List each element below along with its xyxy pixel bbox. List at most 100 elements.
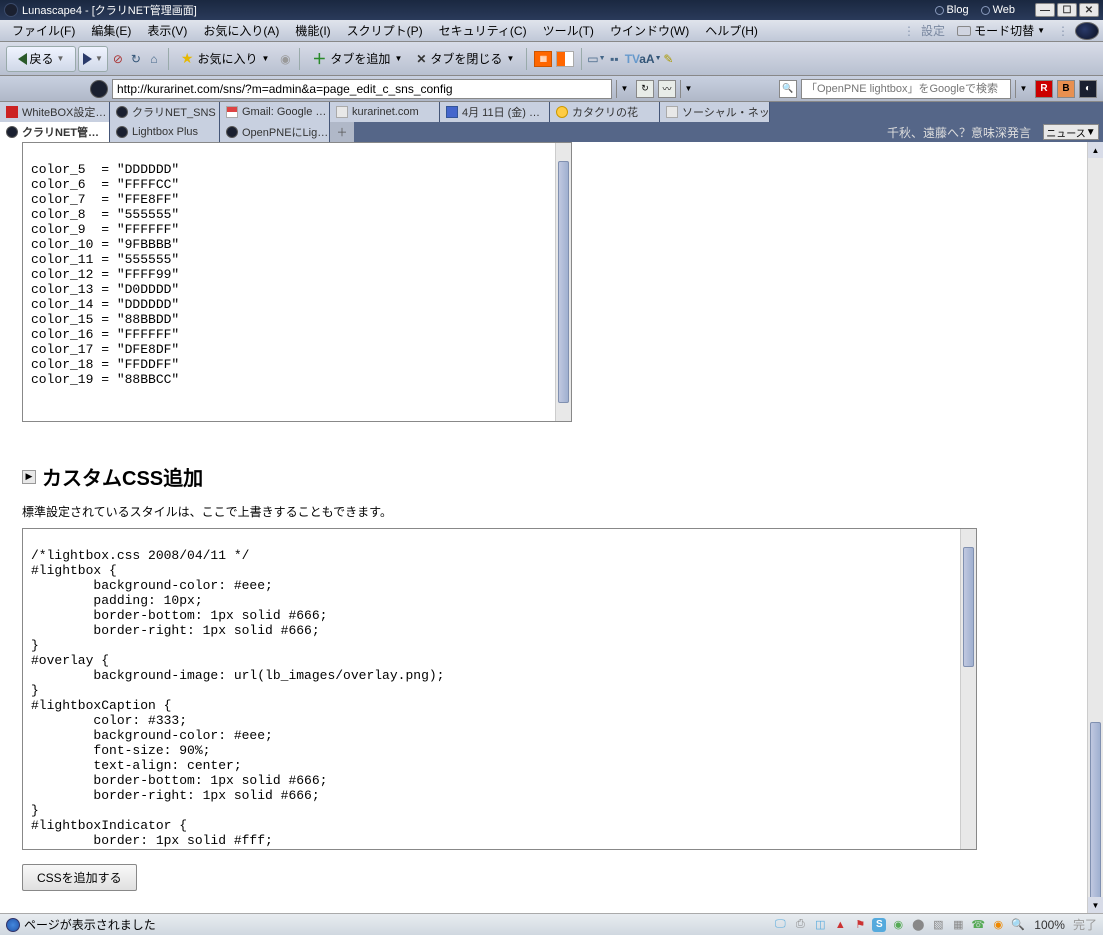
page-scrollbar[interactable]: ▲ ▼	[1087, 142, 1103, 913]
close-tab-button[interactable]: ✕タブを閉じる▼	[410, 46, 520, 72]
scroll-up-icon[interactable]: ▲	[1088, 142, 1103, 158]
toolbar-grip-icon: ⋮	[903, 24, 915, 38]
toolbar-icon-1[interactable]: ▦	[534, 51, 552, 67]
tray-monitor-icon[interactable]: 🖵	[772, 917, 788, 933]
tray-skype-icon[interactable]: S	[872, 918, 886, 932]
add-tab-button[interactable]: ＋タブを追加▼	[306, 46, 408, 72]
scroll-thumb[interactable]	[1090, 722, 1101, 902]
new-tab-button[interactable]: ＋	[330, 122, 354, 142]
menu-file[interactable]: ファイル(F)	[4, 20, 83, 41]
arrow-right-icon	[83, 53, 92, 65]
menu-function[interactable]: 機能(I)	[287, 20, 338, 41]
x-icon: ✕	[416, 52, 426, 66]
text-size-icon[interactable]: aA▼	[642, 51, 658, 67]
lunascape-logo-icon[interactable]	[1075, 22, 1099, 40]
reload-addr-button[interactable]: ↻	[636, 80, 654, 98]
news-ticker[interactable]: 千秋、遠藤へ？意味深発言	[879, 122, 1039, 142]
toolbar-grip-icon: ⋮	[1057, 24, 1069, 38]
app-icon	[4, 3, 18, 17]
stop-button[interactable]: ⊘	[110, 51, 126, 67]
tray-phone-icon[interactable]: ☎	[970, 917, 986, 933]
tab-kurarinet-sns[interactable]: クラリNET_SNS	[110, 102, 220, 122]
tab-calendar[interactable]: 4月 11日 (金) …	[440, 102, 550, 122]
ext-icon-r[interactable]: R	[1035, 80, 1053, 98]
graph-icon[interactable]: 〰	[658, 80, 676, 98]
tab-icon	[6, 106, 18, 118]
tab-flower[interactable]: カタクリの花	[550, 102, 660, 122]
address-input[interactable]	[112, 79, 612, 99]
ext-icon-moon[interactable]: ◐	[1079, 80, 1097, 98]
popup-icon[interactable]: ▭▼	[588, 51, 604, 67]
ext-icon-b[interactable]: B	[1057, 80, 1075, 98]
titlebar: Lunascape4 - [クラリNET管理画面] Blog Web — ☐ ✕	[0, 0, 1103, 20]
menu-security[interactable]: セキュリティ(C)	[431, 20, 535, 41]
scroll-down-icon[interactable]: ▼	[1088, 897, 1103, 913]
tv-icon[interactable]: TV	[624, 51, 640, 67]
reload-button[interactable]: ↻	[128, 51, 144, 67]
mode-switch[interactable]: モード切替▼	[951, 22, 1051, 39]
close-button[interactable]: ✕	[1079, 3, 1099, 17]
tray-rss-icon[interactable]: ◉	[990, 917, 1006, 933]
menu-view[interactable]: 表示(V)	[139, 20, 195, 41]
plus-icon: ＋	[312, 49, 326, 69]
search-dropdown[interactable]: ▼	[1015, 80, 1031, 98]
search-engine-icon[interactable]: 🔍	[779, 80, 797, 98]
menu-window[interactable]: ウインドウ(W)	[602, 20, 697, 41]
scroll-thumb[interactable]	[963, 547, 974, 667]
tray-lock-icon[interactable]: ⬤	[910, 917, 926, 933]
tab-icon	[116, 126, 128, 138]
content-area: color_5 = "DDDDDD" color_6 = "FFFFCC" co…	[0, 142, 1103, 913]
tray-zoom-icon[interactable]: 🔍	[1010, 917, 1026, 933]
tray-network-icon[interactable]: ◫	[812, 917, 828, 933]
status-text: ページが表示されました	[24, 916, 156, 933]
menu-help[interactable]: ヘルプ(H)	[697, 20, 766, 41]
custom-css-textarea[interactable]: /*lightbox.css 2008/04/11 */ #lightbox {…	[22, 528, 977, 850]
menu-edit[interactable]: 編集(E)	[83, 20, 139, 41]
search-input[interactable]	[801, 79, 1011, 99]
address-dropdown[interactable]: ▼	[616, 80, 632, 98]
color-config-textarea[interactable]: color_5 = "DDDDDD" color_6 = "FFFFCC" co…	[22, 142, 572, 422]
back-button[interactable]: 戻る▼	[6, 46, 76, 72]
tab-row-2: クラリNET管… Lightbox Plus OpenPNEにLig… ＋ 千秋…	[0, 122, 1103, 142]
disk-icon	[957, 26, 971, 36]
minimize-button[interactable]: —	[1035, 3, 1055, 17]
tab-row-1: WhiteBOX設定… クラリNET_SNS Gmail: Google … k…	[0, 102, 1103, 122]
tray-msn-icon[interactable]: ◉	[890, 917, 906, 933]
tab-kurarinet-com[interactable]: kurarinet.com	[330, 102, 440, 122]
favorites-button[interactable]: ★お気に入り▼	[175, 46, 276, 72]
tray-printer-icon[interactable]: ⎙	[792, 917, 808, 933]
tray-app-icon[interactable]: ▦	[950, 917, 966, 933]
news-dropdown[interactable]: ニュース ▼	[1043, 124, 1099, 140]
section-toggle-icon[interactable]: ▶	[22, 470, 36, 484]
add-css-button[interactable]: CSSを追加する	[22, 864, 137, 891]
maximize-button[interactable]: ☐	[1057, 3, 1077, 17]
web-link[interactable]: Web	[981, 4, 1015, 16]
page-icon	[90, 80, 108, 98]
addr-menu[interactable]: ▼	[680, 80, 696, 98]
menu-tools[interactable]: ツール(T)	[535, 20, 602, 41]
feed-button[interactable]: ◉	[277, 51, 293, 67]
wand-icon[interactable]: ✎	[660, 51, 676, 67]
inner-scrollbar[interactable]	[960, 529, 976, 849]
view-options-icon[interactable]: ▪▪	[606, 51, 622, 67]
tab-kurarinet-admin[interactable]: クラリNET管…	[0, 122, 110, 142]
toolbar-icon-2[interactable]	[556, 51, 574, 67]
tab-lightbox-plus[interactable]: Lightbox Plus	[110, 122, 220, 142]
inner-scrollbar[interactable]	[555, 143, 571, 421]
tray-shield-icon[interactable]: ▲	[832, 917, 848, 933]
zoom-level[interactable]: 100%	[1034, 918, 1065, 932]
menu-favorites[interactable]: お気に入り(A)	[195, 20, 287, 41]
tab-social[interactable]: ソーシャル・ネッ…	[660, 102, 770, 122]
forward-button[interactable]: ▼	[78, 46, 108, 72]
tab-gmail[interactable]: Gmail: Google …	[220, 102, 330, 122]
tray-clip-icon[interactable]: ▧	[930, 917, 946, 933]
settings-label[interactable]: 設定	[915, 22, 951, 39]
tab-openpne-lig[interactable]: OpenPNEにLig…	[220, 122, 330, 142]
tab-whitebox[interactable]: WhiteBOX設定…	[0, 102, 110, 122]
tray-flag-icon[interactable]: ⚑	[852, 917, 868, 933]
blog-link[interactable]: Blog	[935, 4, 969, 16]
nav-toolbar: 戻る▼ ▼ ⊘ ↻ ⌂ ★お気に入り▼ ◉ ＋タブを追加▼ ✕タブを閉じる▼ ▦…	[0, 42, 1103, 76]
home-button[interactable]: ⌂	[146, 51, 162, 67]
menu-script[interactable]: スクリプト(P)	[339, 20, 431, 41]
tab-icon	[226, 106, 238, 118]
